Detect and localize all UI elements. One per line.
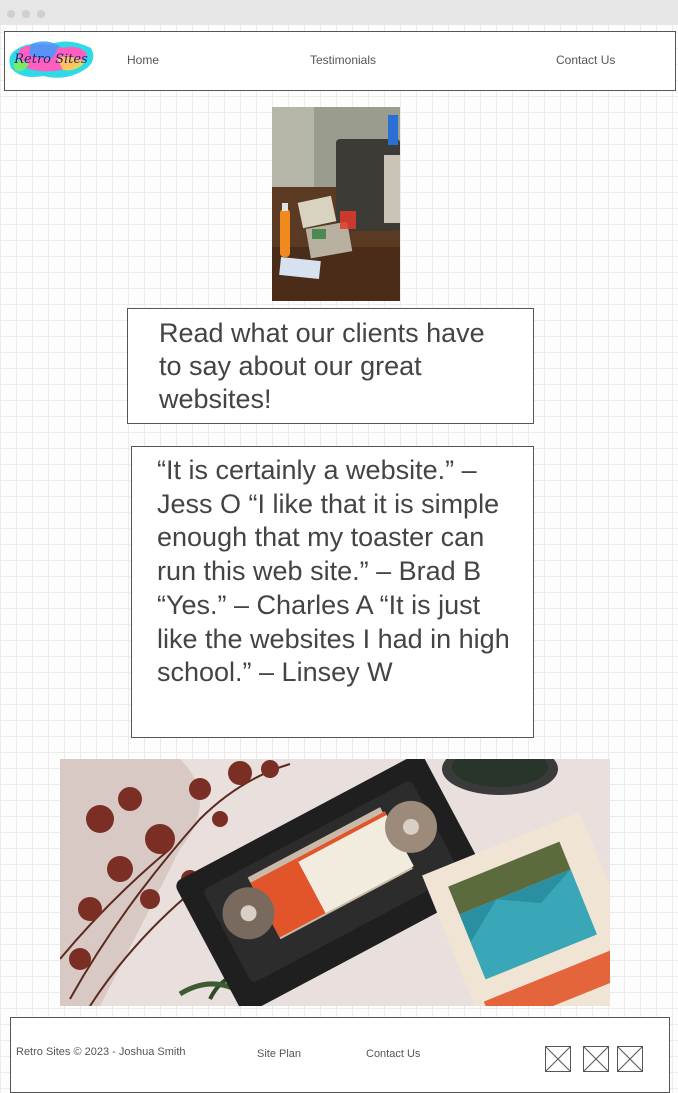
site-header: Retro Sites Home Testimonials Contact Us [4,31,676,91]
image-placeholder-icon[interactable] [583,1046,609,1072]
retro-desk-photo [272,107,400,301]
window-dot-icon [7,10,15,18]
image-placeholder-icon[interactable] [545,1046,571,1072]
logo-wordmark: Retro Sites [13,52,88,67]
testimonials-text: “It is certainly a website.” – Jess O “I… [157,455,510,688]
site-footer: Retro Sites © 2023 - Joshua Smith Site P… [10,1017,670,1093]
site-logo[interactable]: Retro Sites [7,38,95,82]
nav-contact-us[interactable]: Contact Us [556,53,615,67]
footer-copyright: Retro Sites © 2023 - Joshua Smith [16,1046,186,1058]
testimonials-box: “It is certainly a website.” – Jess O “I… [131,446,534,738]
window-dot-icon [22,10,30,18]
intro-text: Read what our clients have to say about … [159,318,485,414]
vhs-tape-photo [60,759,610,1006]
window-dot-icon [37,10,45,18]
footer-link-site-plan[interactable]: Site Plan [257,1048,301,1060]
footer-link-contact-us[interactable]: Contact Us [366,1048,420,1060]
browser-chrome [0,0,678,25]
nav-home[interactable]: Home [127,53,159,67]
testimonials-intro: Read what our clients have to say about … [127,308,534,424]
nav-testimonials[interactable]: Testimonials [310,53,376,67]
image-placeholder-icon[interactable] [617,1046,643,1072]
